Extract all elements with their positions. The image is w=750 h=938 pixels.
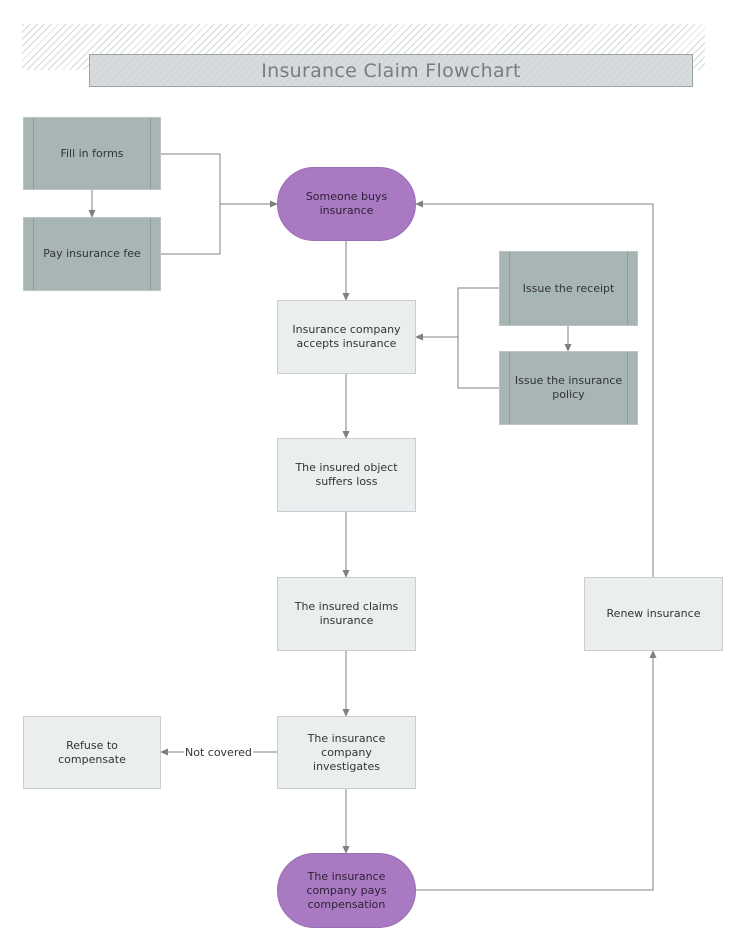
- node-fill-in-forms[interactable]: Fill in forms: [23, 117, 161, 190]
- node-someone-buys-insurance[interactable]: Someone buys insurance: [277, 167, 416, 241]
- node-label: Pay insurance fee: [43, 247, 141, 260]
- node-label: Issue the insurance policy: [514, 374, 623, 401]
- edge-fill-forms-to-buys: [161, 153, 278, 208]
- node-label: The insurance company investigates: [307, 731, 386, 773]
- node-object-suffers-loss[interactable]: The insured object suffers loss: [277, 438, 416, 512]
- edge-pays-to-renew: [416, 650, 657, 891]
- node-issue-policy[interactable]: Issue the insurance policy: [499, 351, 638, 425]
- node-accepts-insurance[interactable]: Insurance company accepts insurance: [277, 300, 416, 374]
- edge-pay-fee-to-buys: [161, 204, 221, 255]
- node-pays-compensation[interactable]: The insurance company pays compensation: [277, 853, 416, 928]
- node-label: Fill in forms: [60, 146, 124, 160]
- node-label: The insured claims insurance: [294, 600, 399, 627]
- node-issue-receipt[interactable]: Issue the receipt: [499, 251, 638, 326]
- edge-label-not-covered: Not covered: [184, 746, 253, 760]
- node-pay-insurance-fee[interactable]: Pay insurance fee: [23, 217, 161, 291]
- node-label: Refuse to compensate: [58, 738, 126, 766]
- node-label: Issue the receipt: [522, 281, 615, 295]
- edge-receipt-to-accepts: [415, 287, 499, 341]
- node-label: Someone buys insurance: [305, 190, 388, 217]
- node-insured-claims[interactable]: The insured claims insurance: [277, 577, 416, 651]
- node-label: Renew insurance: [606, 607, 701, 620]
- node-label: The insurance company pays compensation: [306, 869, 387, 911]
- edge-policy-to-accepts: [457, 337, 499, 389]
- node-label: Insurance company accepts insurance: [292, 323, 401, 350]
- node-label: The insured object suffers loss: [295, 461, 398, 488]
- node-company-investigates[interactable]: The insurance company investigates: [277, 716, 416, 789]
- node-refuse-to-compensate[interactable]: Refuse to compensate: [23, 716, 161, 789]
- node-renew-insurance[interactable]: Renew insurance: [584, 577, 723, 651]
